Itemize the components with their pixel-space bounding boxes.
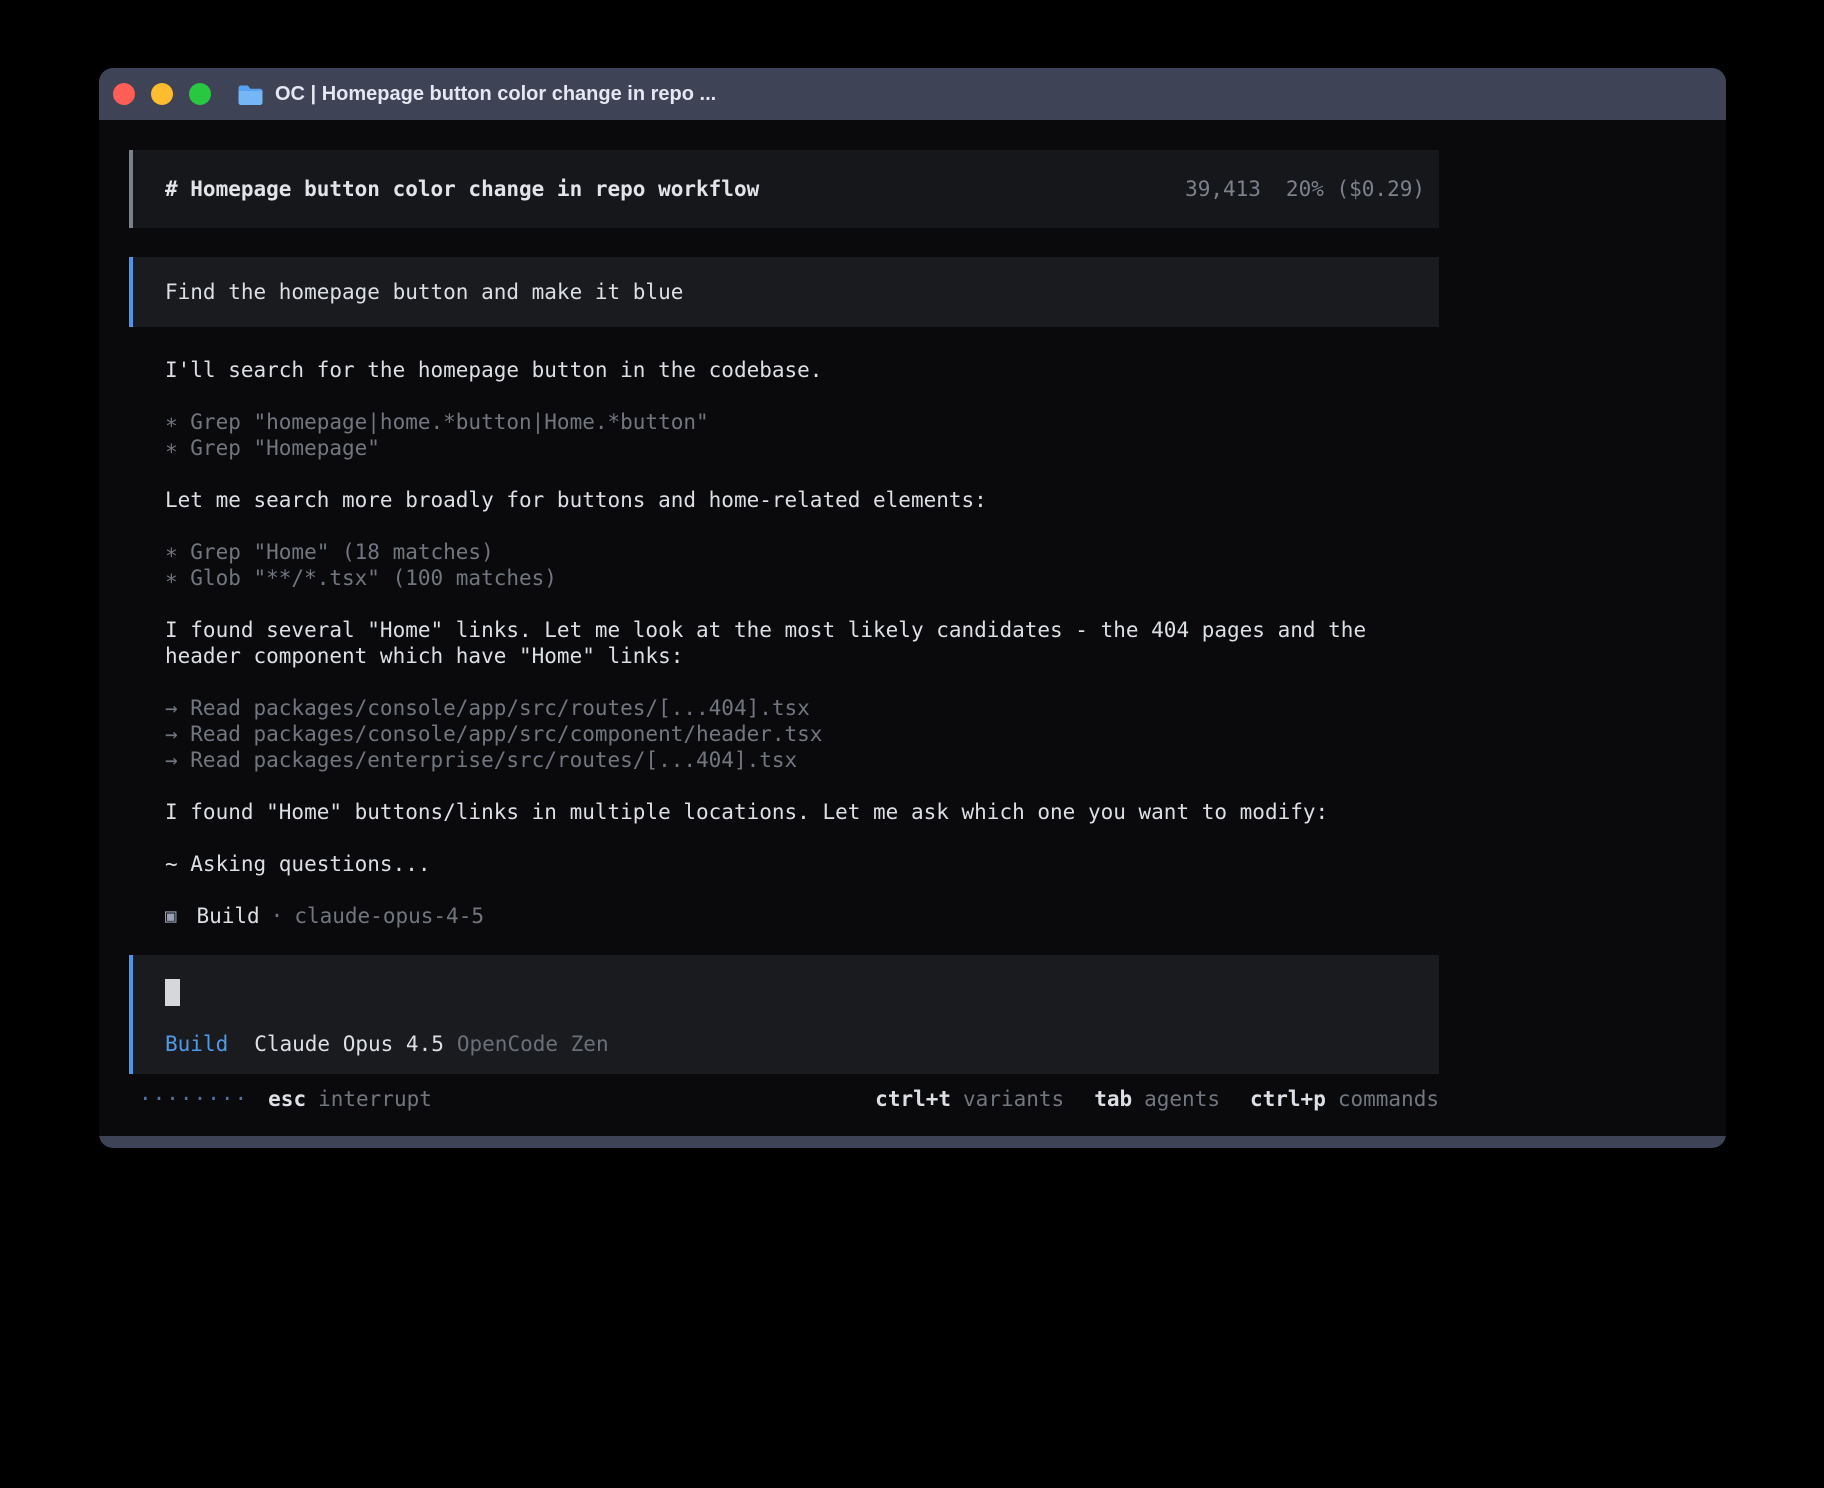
agent-model: claude-opus-4-5: [294, 903, 484, 929]
hint-key: ctrl+t: [875, 1086, 951, 1112]
hint-key: ctrl+p: [1250, 1086, 1326, 1112]
status-line: ~ Asking questions...: [165, 851, 1437, 877]
status-bar: ········ esc interrupt ctrl+t variants t…: [129, 1086, 1439, 1112]
agent-icon: ▣: [165, 903, 176, 929]
tool-call-line: ∗ Grep "Homepage": [165, 435, 1437, 461]
separator-dot: ·: [271, 903, 284, 929]
traffic-lights: [113, 83, 211, 105]
terminal-content: # Homepage button color change in repo w…: [99, 120, 1726, 1136]
user-message: Find the homepage button and make it blu…: [129, 257, 1439, 327]
window-title: OC | Homepage button color change in rep…: [275, 83, 716, 106]
spinner-dots: ········: [139, 1086, 248, 1112]
hint-key: esc: [268, 1086, 306, 1112]
zoom-button[interactable]: [189, 83, 211, 105]
tool-call-line: ∗ Grep "homepage|home.*button|Home.*butt…: [165, 409, 1437, 435]
tool-call-group: ∗ Grep "homepage|home.*button|Home.*butt…: [165, 409, 1437, 461]
assistant-message: Let me search more broadly for buttons a…: [165, 487, 1437, 513]
session-title: # Homepage button color change in repo w…: [165, 176, 759, 202]
hint-commands: ctrl+p commands: [1250, 1086, 1439, 1112]
hint-interrupt: esc interrupt: [268, 1086, 432, 1112]
close-button[interactable]: [113, 83, 135, 105]
minimize-button[interactable]: [151, 83, 173, 105]
assistant-message: I found several "Home" links. Let me loo…: [165, 617, 1437, 669]
input-model: Claude Opus 4.5: [254, 1031, 444, 1057]
hint-variants: ctrl+t variants: [875, 1086, 1064, 1112]
tool-call-line: ∗ Grep "Home" (18 matches): [165, 539, 1437, 565]
input-status-line: Build Claude Opus 4.5 OpenCode Zen: [165, 1031, 1439, 1057]
context-usage: 20% ($0.29): [1286, 176, 1425, 202]
tool-call-line: → Read packages/console/app/src/routes/[…: [165, 695, 1437, 721]
session-content: # Homepage button color change in repo w…: [99, 120, 1439, 1112]
hint-label: interrupt: [318, 1086, 432, 1112]
user-message-text: Find the homepage button and make it blu…: [165, 279, 683, 305]
tool-call-group: ∗ Grep "Home" (18 matches) ∗ Glob "**/*.…: [165, 539, 1437, 591]
hint-key: tab: [1094, 1086, 1132, 1112]
prompt-input[interactable]: Build Claude Opus 4.5 OpenCode Zen: [129, 955, 1439, 1074]
tool-call-line: ∗ Glob "**/*.tsx" (100 matches): [165, 565, 1437, 591]
tool-call-line: → Read packages/enterprise/src/routes/[.…: [165, 747, 1437, 773]
folder-icon: [237, 83, 264, 106]
hint-label: variants: [963, 1086, 1064, 1112]
footer-shortcuts: ctrl+t variants tab agents ctrl+p comman…: [875, 1086, 1439, 1112]
agent-status-line: ▣ Build · claude-opus-4-5: [165, 903, 1437, 929]
assistant-message: I'll search for the homepage button in t…: [165, 357, 1437, 383]
agent-name: Build: [196, 903, 259, 929]
session-meta: 39,413 20% ($0.29): [1185, 176, 1425, 202]
token-count: 39,413: [1185, 176, 1261, 202]
window-titlebar[interactable]: OC | Homepage button color change in rep…: [99, 68, 1726, 120]
text-cursor: [165, 979, 180, 1006]
assistant-message: I found "Home" buttons/links in multiple…: [165, 799, 1437, 825]
tool-call-line: → Read packages/console/app/src/componen…: [165, 721, 1437, 747]
hint-label: agents: [1144, 1086, 1220, 1112]
input-provider: OpenCode Zen: [457, 1031, 609, 1057]
tool-call-group: → Read packages/console/app/src/routes/[…: [165, 695, 1437, 773]
terminal-window: OC | Homepage button color change in rep…: [99, 68, 1726, 1148]
hint-agents: tab agents: [1094, 1086, 1220, 1112]
session-header: # Homepage button color change in repo w…: [129, 150, 1439, 228]
conversation: I'll search for the homepage button in t…: [129, 357, 1437, 929]
hint-label: commands: [1338, 1086, 1439, 1112]
input-mode: Build: [165, 1031, 228, 1057]
